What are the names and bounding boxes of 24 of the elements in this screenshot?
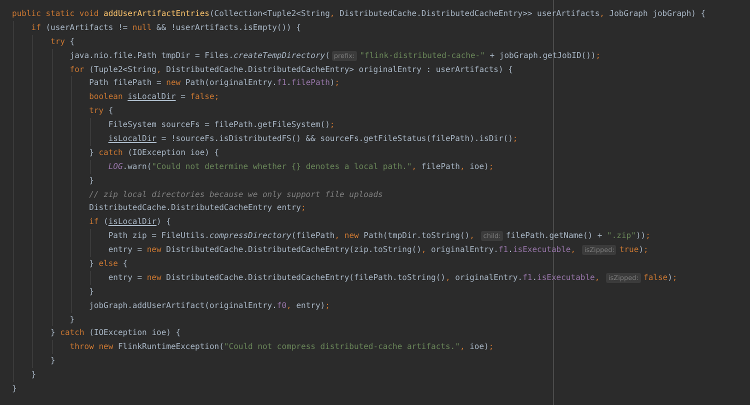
code-line: isLocalDir = !sourceFs.isDistributedFS() && sourceFs.getFileStatus(filePath).isDir(); xyxy=(108,133,519,146)
code-line: } xyxy=(70,314,76,326)
code-line: } catch (IOException ioe) { xyxy=(89,146,220,159)
code-line: LOG.warn("Could not determine whether {} denotes a local path.", filePath, ioe); xyxy=(108,160,495,173)
code-line: } xyxy=(50,355,56,368)
code-line: jobGraph.addUserArtifact(originalEntry.f0, entry); xyxy=(89,300,331,312)
code-line: // zip local directories because we only support file uploads xyxy=(89,188,384,201)
code-line: if (userArtifacts != null && !userArtifacts.isEmpty()) { xyxy=(31,22,302,34)
code-line: boolean isLocalDir = false; xyxy=(89,91,220,104)
code-line: } else { xyxy=(89,258,129,270)
code-line: Path filePath = new Path(originalEntry.f1.filePath); xyxy=(89,77,341,90)
code-line: } xyxy=(89,286,95,298)
code-line: try { xyxy=(89,105,114,118)
code-line: DistributedCache.DistributedCacheEntry entry; xyxy=(89,202,307,214)
code-line: } xyxy=(89,174,95,187)
code-line: try { xyxy=(50,36,76,48)
code-line: } xyxy=(31,369,38,382)
code-line: if (isLocalDir) { xyxy=(89,216,172,228)
code-line: for (Tuple2<String, DistributedCache.DistributedCacheEntry> originalEntry : userArtifacts) { xyxy=(70,64,514,76)
code-line: FileSystem sourceFs = filePath.getFileSystem(); xyxy=(108,119,336,132)
code-line: } xyxy=(12,383,18,396)
code-line: } catch (IOException ioe) { xyxy=(50,327,182,340)
code-line: public static void addUserArtifactEntries(Collection<Tuple2<String, DistributedCache.DistributedCacheEntry>> userArtifacts, JobGraph jobGraph) { xyxy=(12,8,707,20)
code-line: throw new FlinkRuntimeException("Could not compress distributed-cache artifacts.", ioe); xyxy=(70,341,495,354)
